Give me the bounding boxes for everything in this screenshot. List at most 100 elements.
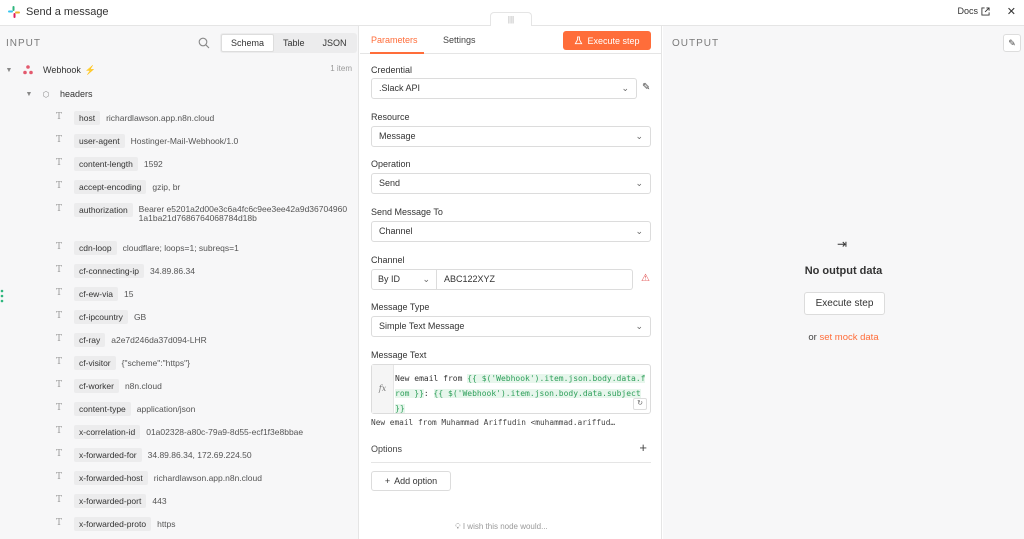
field-key[interactable]: cf-connecting-ip — [74, 264, 145, 278]
search-icon[interactable] — [198, 37, 210, 49]
schema-field-row[interactable]: T cf-ray a2e7d246da37d094-LHR — [56, 333, 207, 347]
expression-text[interactable]: New email from {{ $('Webhook').item.json… — [395, 371, 650, 416]
field-key[interactable]: x-forwarded-proto — [74, 517, 152, 531]
schema-field-row[interactable]: T user-agent Hostinger-Mail-Webhook/1.0 — [56, 134, 238, 148]
field-key[interactable]: x-forwarded-port — [74, 494, 147, 508]
tab-schema[interactable]: Schema — [221, 34, 275, 52]
headers-group-row[interactable]: ▼ ⬡ headers — [24, 86, 93, 102]
mock-data-hint: or set mock data — [663, 332, 1024, 343]
message-type-select[interactable]: Simple Text Message ⌄ — [371, 316, 651, 337]
field-key[interactable]: cdn-loop — [74, 241, 117, 255]
channel-id-input[interactable]: ABC122XYZ — [437, 269, 633, 290]
mock-prefix: or — [808, 332, 820, 343]
schema-field-row[interactable]: T x-correlation-id 01a02328-a80c-79a9-8d… — [56, 425, 303, 439]
execute-step-label: Execute step — [587, 35, 640, 46]
schema-field-row[interactable]: T x-forwarded-port 443 — [56, 494, 167, 508]
field-key[interactable]: authorization — [74, 203, 133, 217]
message-text-editor[interactable]: fx New email from {{ $('Webhook').item.j… — [371, 364, 651, 414]
external-link-icon — [981, 6, 990, 16]
string-type-icon: T — [56, 242, 63, 252]
docs-link[interactable]: Docs — [957, 6, 990, 16]
string-type-icon: T — [56, 495, 63, 505]
schema-field-row[interactable]: T cdn-loop cloudflare; loops=1; subreqs=… — [56, 241, 239, 255]
field-value: 34.89.86.34 — [150, 266, 195, 276]
field-value: n8n.cloud — [124, 381, 162, 391]
message-plain-text: New email from — [395, 374, 468, 383]
tab-table[interactable]: Table — [274, 34, 314, 52]
chevron-down-icon: ⌄ — [422, 274, 430, 284]
execute-step-button[interactable]: Execute step — [563, 31, 651, 50]
expand-editor-icon[interactable]: ↻ — [633, 398, 647, 410]
string-type-icon: T — [56, 472, 63, 482]
field-key[interactable]: cf-worker — [74, 379, 119, 393]
field-value: Hostinger-Mail-Webhook/1.0 — [130, 136, 239, 146]
field-key[interactable]: x-forwarded-for — [74, 448, 142, 462]
field-key[interactable]: content-length — [74, 157, 138, 171]
edit-output-button[interactable]: ✎ — [1003, 34, 1021, 52]
string-type-icon: T — [56, 265, 63, 275]
schema-field-row[interactable]: T cf-connecting-ip 34.89.86.34 — [56, 264, 195, 278]
schema-field-row[interactable]: T x-forwarded-for 34.89.86.34, 172.69.22… — [56, 448, 252, 462]
schema-field-row[interactable]: T cf-ew-via 15 — [56, 287, 133, 301]
schema-field-row[interactable]: T content-length 1592 — [56, 157, 163, 171]
schema-field-row[interactable]: T x-forwarded-host richardlawson.app.n8n… — [56, 471, 262, 485]
field-key[interactable]: accept-encoding — [74, 180, 147, 194]
tab-parameters[interactable]: Parameters — [371, 35, 418, 45]
webhook-node-row[interactable]: ▼ Webhook ⚡ — [4, 62, 97, 78]
operation-label: Operation — [371, 159, 411, 169]
plus-icon[interactable]: + — [639, 440, 647, 455]
item-count: 1 item — [330, 64, 352, 73]
schema-field-row[interactable]: T cf-worker n8n.cloud — [56, 379, 162, 393]
chevron-down-icon: ⌄ — [635, 321, 643, 331]
send-to-select[interactable]: Channel ⌄ — [371, 221, 651, 242]
schema-field-row[interactable]: T x-forwarded-proto https — [56, 517, 176, 531]
field-key[interactable]: user-agent — [74, 134, 125, 148]
schema-field-row[interactable]: T accept-encoding gzip, br — [56, 180, 180, 194]
resource-select[interactable]: Message ⌄ — [371, 126, 651, 147]
chevron-down-icon: ⌄ — [635, 131, 643, 141]
field-key[interactable]: cf-ray — [74, 333, 106, 347]
trigger-bolt-icon: ⚡ — [84, 64, 97, 75]
string-type-icon: T — [56, 380, 63, 390]
chevron-down-icon[interactable]: ▼ — [4, 67, 14, 74]
schema-field-row[interactable]: T cf-visitor {"scheme":"https"} — [56, 356, 190, 370]
string-type-icon: T — [56, 112, 63, 122]
view-mode-tabs: Schema Table JSON — [220, 33, 357, 53]
field-key[interactable]: x-forwarded-host — [74, 471, 148, 485]
field-key[interactable]: x-correlation-id — [74, 425, 141, 439]
feedback-link[interactable]: 💡︎ I wish this node would... — [455, 522, 548, 532]
operation-select[interactable]: Send ⌄ — [371, 173, 651, 194]
field-value: application/json — [136, 404, 196, 414]
chevron-down-icon[interactable]: ▼ — [24, 91, 34, 98]
add-option-button[interactable]: + Add option — [371, 471, 451, 491]
expression-fx-icon: fx — [372, 365, 394, 413]
string-type-icon: T — [56, 204, 63, 214]
string-type-icon: T — [56, 158, 63, 168]
channel-label: Channel — [371, 255, 405, 265]
field-key[interactable]: content-type — [74, 402, 131, 416]
tab-settings[interactable]: Settings — [443, 35, 476, 45]
resource-label: Resource — [371, 112, 410, 122]
set-mock-data-link[interactable]: set mock data — [819, 332, 878, 343]
message-text-label: Message Text — [371, 350, 427, 360]
tab-json[interactable]: JSON — [314, 34, 356, 52]
node-title[interactable]: Send a message — [26, 6, 109, 18]
schema-field-row[interactable]: T host richardlawson.app.n8n.cloud — [56, 111, 214, 125]
edit-credential-icon[interactable]: ✎ — [642, 82, 650, 93]
field-key[interactable]: cf-ew-via — [74, 287, 119, 301]
field-key[interactable]: cf-ipcountry — [74, 310, 128, 324]
plus-icon: + — [384, 476, 391, 486]
schema-field-row[interactable]: T authorization Bearer e5201a2d00e3c6a4f… — [56, 203, 349, 223]
schema-field-row[interactable]: T cf-ipcountry GB — [56, 310, 146, 324]
close-button[interactable]: ✕ — [1007, 5, 1016, 18]
field-key[interactable]: cf-visitor — [74, 356, 116, 370]
execute-step-button-output[interactable]: Execute step — [804, 292, 885, 315]
field-value: {"scheme":"https"} — [121, 358, 190, 368]
flask-icon — [575, 36, 583, 45]
schema-field-row[interactable]: T content-type application/json — [56, 402, 195, 416]
warning-icon: ⚠ — [641, 273, 650, 284]
channel-mode-select[interactable]: By ID ⌄ — [371, 269, 437, 290]
credential-select[interactable]: .Slack API ⌄ — [371, 78, 637, 99]
panel-resize-handle[interactable] — [0, 288, 4, 304]
field-key[interactable]: host — [74, 111, 101, 125]
